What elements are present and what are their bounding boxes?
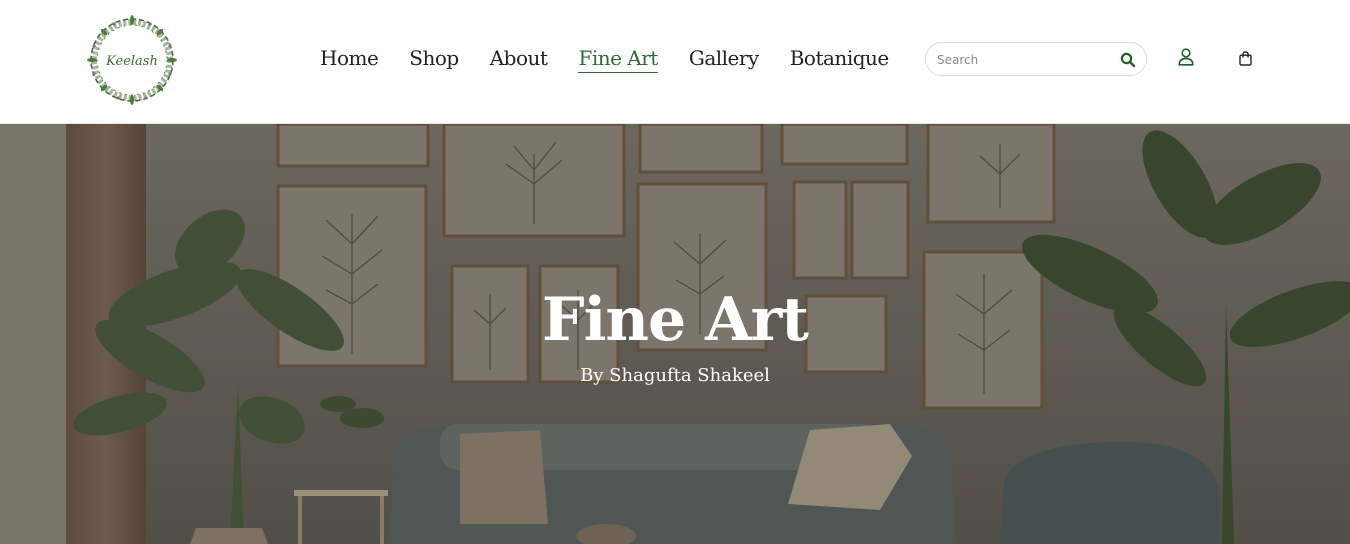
site-logo[interactable]: Keelash bbox=[84, 12, 180, 108]
nav-item-gallery[interactable]: Gallery bbox=[689, 44, 759, 72]
search-input[interactable] bbox=[937, 50, 1107, 70]
hero-subtitle: By Shagufta Shakeel bbox=[580, 365, 770, 386]
search-button[interactable] bbox=[1120, 52, 1136, 68]
nav-item-botanique[interactable]: Botanique bbox=[790, 44, 890, 72]
wreath-logo-icon: Keelash bbox=[87, 15, 177, 105]
user-icon bbox=[1178, 48, 1194, 66]
nav-item-about[interactable]: About bbox=[490, 44, 548, 72]
nav-item-home[interactable]: Home bbox=[320, 44, 379, 72]
hero-title: Fine Art bbox=[542, 285, 809, 355]
search-icon bbox=[1120, 52, 1136, 68]
nav-item-fine-art[interactable]: Fine Art bbox=[578, 44, 658, 73]
shopping-bag-icon bbox=[1239, 51, 1252, 66]
hero-banner: Fine Art By Shagufta Shakeel bbox=[0, 124, 1350, 544]
account-button[interactable] bbox=[1178, 48, 1194, 66]
site-header: Keelash Home Shop About Fine Art Gallery… bbox=[0, 0, 1350, 124]
nav-item-shop[interactable]: Shop bbox=[409, 44, 459, 72]
search-box bbox=[925, 42, 1147, 76]
main-nav: Home Shop About Fine Art Gallery Botaniq… bbox=[320, 44, 920, 74]
logo-text: Keelash bbox=[105, 54, 158, 69]
cart-button[interactable] bbox=[1239, 51, 1252, 66]
